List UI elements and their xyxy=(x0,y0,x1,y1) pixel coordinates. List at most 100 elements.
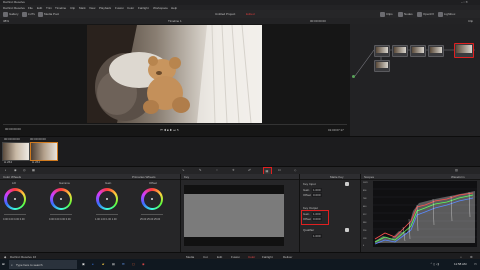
magic-mask-icon[interactable]: ☍ xyxy=(248,168,251,172)
taskbar-clock[interactable]: 11:58 AM xyxy=(454,262,466,266)
key-input-offset-label: Offset xyxy=(303,193,311,197)
clip-1-thumbnail[interactable] xyxy=(2,142,30,161)
file-explorer-icon[interactable]: ▰ xyxy=(102,262,104,266)
task-view-icon[interactable]: ▣ xyxy=(82,262,85,266)
scope-type-select[interactable]: Waveform xyxy=(451,175,465,179)
edge-icon[interactable]: e xyxy=(92,262,94,266)
node-06[interactable] xyxy=(374,60,390,72)
offset-values[interactable]: 25.00 25.00 25.00 xyxy=(140,218,160,222)
gallery-button[interactable]: Gallery xyxy=(9,12,19,16)
gain-master[interactable] xyxy=(96,214,118,215)
page-fairlight[interactable]: Fairlight xyxy=(262,255,273,259)
key-input-offset-field[interactable]: 0.000 xyxy=(312,193,322,197)
menu-item-mark[interactable]: Mark xyxy=(79,6,86,10)
clip-mode-label[interactable]: Clip xyxy=(468,19,473,23)
menu-item-app[interactable]: DaVinci Resolve xyxy=(3,6,25,10)
page-cut[interactable]: Cut xyxy=(203,255,208,259)
menu-item-fusion[interactable]: Fusion xyxy=(115,6,124,10)
menu-item-playback[interactable]: Playback xyxy=(99,6,111,10)
gamma-wheel[interactable] xyxy=(50,188,72,210)
offset-master[interactable] xyxy=(141,214,163,215)
qualifier-field[interactable]: 1.000 xyxy=(312,234,322,238)
offset-wheel[interactable] xyxy=(141,188,163,210)
nodes-icon[interactable] xyxy=(398,11,403,17)
page-edit[interactable]: Edit xyxy=(217,255,222,259)
menu-item-clip[interactable]: Clip xyxy=(70,6,75,10)
window-icon[interactable]: ○ xyxy=(216,168,218,172)
viewer-scrubber[interactable] xyxy=(3,124,347,125)
gallery-icon[interactable] xyxy=(3,11,8,17)
lift-master[interactable] xyxy=(4,214,26,215)
menu-item-help[interactable]: Help xyxy=(171,6,177,10)
menu-item-workspace[interactable]: Workspace xyxy=(153,6,168,10)
scopes-icon[interactable]: ▥ xyxy=(455,168,458,172)
key-input-gain-field[interactable]: 1.000 xyxy=(312,188,322,192)
openfx-button[interactable]: OpenFX xyxy=(423,12,434,16)
luts-button[interactable]: LUTs xyxy=(28,12,35,16)
menu-item-edit[interactable]: Edit xyxy=(37,6,42,10)
lightbox-icon[interactable] xyxy=(438,11,443,17)
node-02[interactable] xyxy=(392,45,408,57)
settings-icon[interactable]: ⚙ xyxy=(470,255,473,259)
menu-item-view[interactable]: View xyxy=(89,6,95,10)
curves-icon[interactable]: ∿ xyxy=(182,168,185,172)
sizing-icon[interactable]: ⊡ xyxy=(278,168,281,172)
clips-button[interactable]: Clips xyxy=(386,12,393,16)
office-icon[interactable]: ▢ xyxy=(132,262,135,266)
camera-raw-icon[interactable]: ◐ xyxy=(5,168,7,172)
menu-item-color[interactable]: Color xyxy=(127,6,134,10)
gamma-master[interactable] xyxy=(50,214,72,215)
3d-icon[interactable]: ◇ xyxy=(294,168,296,172)
home-icon[interactable]: ⌂ xyxy=(460,255,462,259)
lift-values[interactable]: 0.00 0.00 0.00 0.00 xyxy=(3,218,25,222)
openfx-icon[interactable] xyxy=(417,11,422,17)
resolve-taskbar-icon[interactable]: ◉ xyxy=(142,262,145,266)
key-input-invert-toggle[interactable] xyxy=(345,182,349,186)
page-deliver[interactable]: Deliver xyxy=(283,255,292,259)
color-match-icon[interactable]: ◉ xyxy=(14,168,17,172)
page-color[interactable]: Color xyxy=(248,255,255,259)
key-output-gain-field[interactable]: 1.000 xyxy=(312,212,322,216)
page-media[interactable]: Media xyxy=(186,255,194,259)
menu-item-trim[interactable]: Trim xyxy=(46,6,52,10)
qualifier-icon[interactable]: ✎ xyxy=(199,168,202,172)
mail-icon[interactable]: ✉ xyxy=(122,262,125,266)
nodes-button[interactable]: Nodes xyxy=(404,12,413,16)
qualifier-invert-toggle[interactable] xyxy=(345,228,349,232)
lift-wheel[interactable] xyxy=(4,188,26,210)
gain-wheel[interactable] xyxy=(96,188,118,210)
menu-item-file[interactable]: File xyxy=(28,6,33,10)
node-04[interactable] xyxy=(428,45,444,57)
gamma-values[interactable]: 0.00 0.00 0.00 0.00 xyxy=(49,218,71,222)
waveform-ticks: 1023 896 768 640 512 384 256 128 0 xyxy=(363,181,373,247)
menu-item-timeline[interactable]: Timeline xyxy=(55,6,66,10)
node-01[interactable] xyxy=(374,45,390,57)
viewer-image[interactable] xyxy=(87,25,262,123)
node-03[interactable] xyxy=(410,45,426,57)
notification-icon[interactable]: ▭ xyxy=(474,262,477,266)
clip-2-thumbnail[interactable] xyxy=(30,142,58,161)
timeline-name[interactable]: Timeline 1 xyxy=(168,19,182,23)
tracker-icon[interactable]: ✛ xyxy=(232,168,235,172)
clips-icon[interactable] xyxy=(380,11,385,17)
node-05-selected[interactable] xyxy=(454,43,474,58)
luts-icon[interactable] xyxy=(22,11,27,17)
lightbox-button[interactable]: Lightbox xyxy=(444,12,455,16)
menu-item-fairlight[interactable]: Fairlight xyxy=(138,6,149,10)
transport-controls[interactable]: ⏮ ◀ ■ ▶ ⏭ ↻ xyxy=(160,128,179,132)
color-wheels-icon[interactable]: ◎ xyxy=(23,168,26,172)
media-pool-button[interactable]: Media Pool xyxy=(44,12,59,16)
node-editor[interactable] xyxy=(350,24,480,136)
taskbar-search-box[interactable]: ⌕ Type here to search xyxy=(9,260,77,269)
window-controls[interactable]: – ▫ ✕ xyxy=(461,0,468,4)
page-fusion[interactable]: Fusion xyxy=(231,255,240,259)
store-icon[interactable]: ▤ xyxy=(112,262,115,266)
gain-values[interactable]: 1.00 1.00 1.00 1.00 xyxy=(95,218,117,222)
rgb-mixer-icon[interactable]: ▦ xyxy=(32,168,35,172)
tray-icons[interactable]: ⌃ ▯ ◁) xyxy=(430,262,439,266)
wheels-mode[interactable]: Primaries Wheels xyxy=(132,175,156,179)
start-icon[interactable]: ⊞ xyxy=(2,262,5,266)
key-output-offset-field[interactable]: 0.000 xyxy=(312,217,322,221)
zoom-level[interactable]: 38% xyxy=(3,19,9,23)
media-pool-icon[interactable] xyxy=(38,11,43,17)
